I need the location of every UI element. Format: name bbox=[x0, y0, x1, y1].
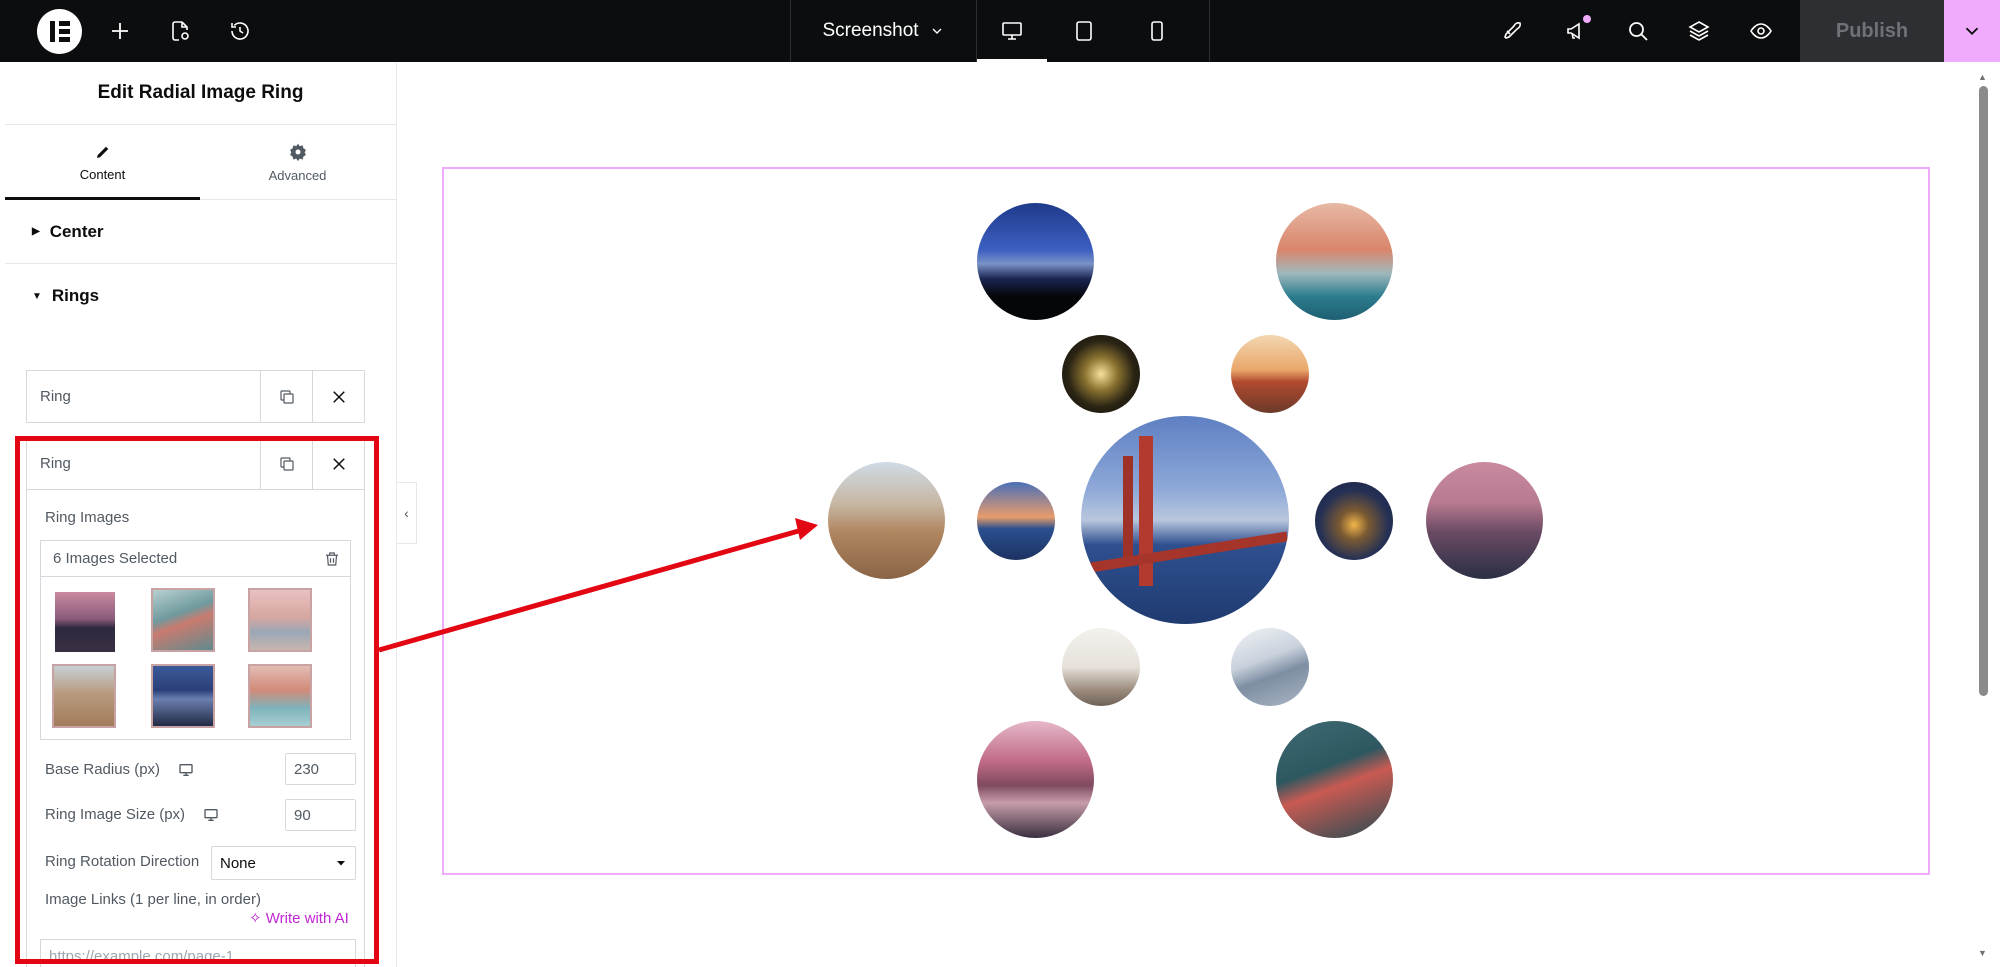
scroll-up-icon[interactable]: ▲ bbox=[1978, 72, 1987, 82]
canvas-scrollbar[interactable]: ▲ ▼ bbox=[1976, 72, 1990, 958]
scrollbar-thumb[interactable] bbox=[1979, 86, 1988, 696]
annotation-arrow bbox=[378, 518, 818, 653]
scroll-down-icon[interactable]: ▼ bbox=[1978, 948, 1987, 958]
